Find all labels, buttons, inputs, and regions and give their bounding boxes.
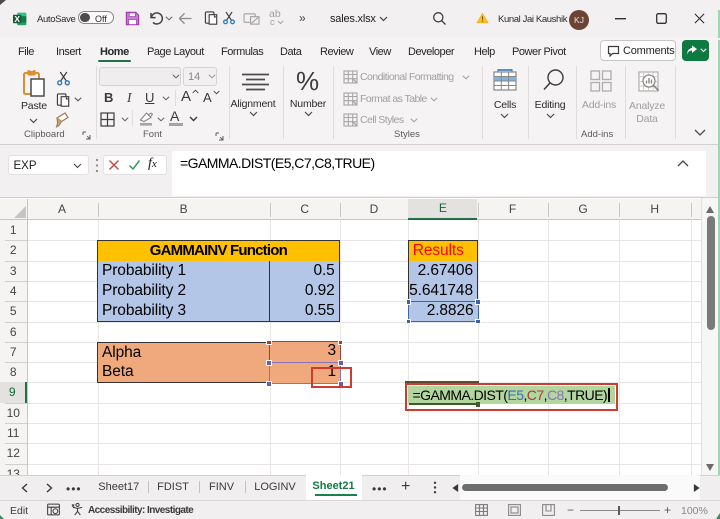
svg-text:X: X xyxy=(14,14,20,24)
